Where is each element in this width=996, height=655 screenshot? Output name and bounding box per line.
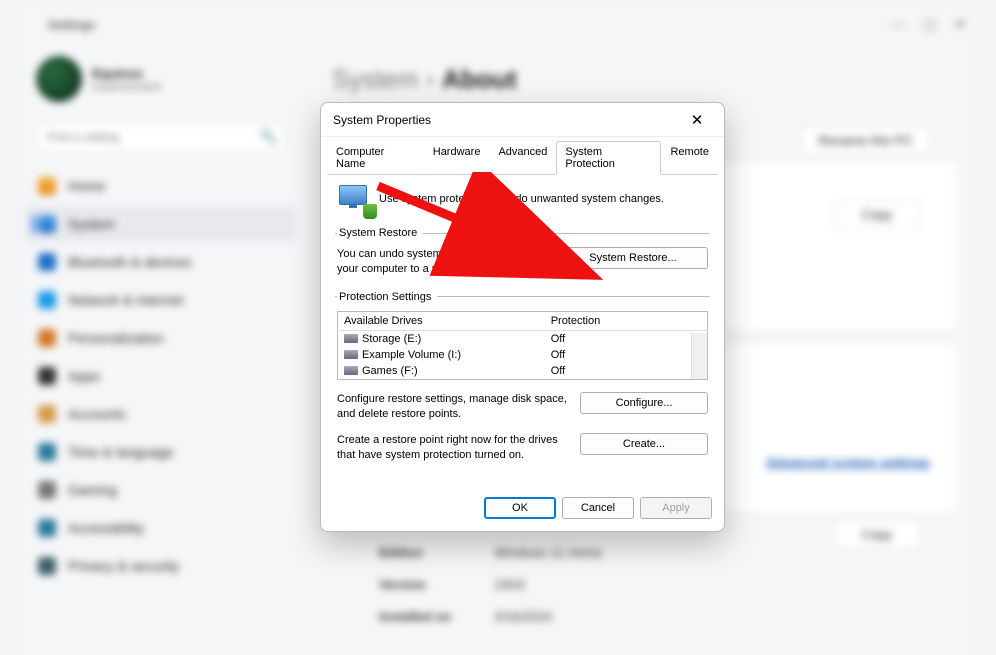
system-properties-dialog: System Properties ✕ Computer NameHardwar… <box>320 102 725 532</box>
sidebar-item-personalization[interactable]: Personalization <box>26 320 295 356</box>
sidebar-item-accessibility[interactable]: Accessibility <box>26 510 295 546</box>
sidebar-item-apps[interactable]: Apps <box>26 358 295 394</box>
protection-settings-legend: Protection Settings <box>337 291 437 303</box>
access-icon <box>38 519 56 537</box>
copy-button[interactable]: Copy <box>834 200 920 229</box>
table-row[interactable]: Games (F:)Off <box>338 363 708 380</box>
copy-button-2[interactable]: Copy <box>834 520 920 549</box>
intro-text: Use system protection to undo unwanted s… <box>379 193 664 205</box>
apps-icon <box>38 367 56 385</box>
search-wrap: 🔍 <box>36 122 285 152</box>
sidebar-item-home[interactable]: Home <box>26 168 295 204</box>
tab-remote[interactable]: Remote <box>661 141 718 175</box>
close-icon[interactable]: ✕ <box>954 16 966 33</box>
system-protection-icon <box>339 185 371 213</box>
breadcrumb-separator: › <box>426 64 435 94</box>
breadcrumb-root[interactable]: System <box>332 64 419 94</box>
system-restore-text: You can undo system changes by reverting… <box>337 247 548 277</box>
protection-settings-group: Protection Settings Available Drives Pro… <box>335 291 710 463</box>
time-icon <box>38 443 56 461</box>
sidebar-item-privacy-security[interactable]: Privacy & security <box>26 548 295 584</box>
create-button[interactable]: Create... <box>580 433 708 455</box>
configure-text: Configure restore settings, manage disk … <box>337 392 570 422</box>
rename-pc-button[interactable]: Rename this PC <box>801 126 930 155</box>
sidebar-item-gaming[interactable]: Gaming <box>26 472 295 508</box>
pers-icon <box>38 329 56 347</box>
sidebar-item-label: Bluetooth & devices <box>68 254 192 270</box>
breadcrumb: System › About <box>320 50 970 101</box>
sidebar-item-label: Home <box>68 178 105 194</box>
sidebar-item-network-internet[interactable]: Network & internet <box>26 282 295 318</box>
system-restore-group: System Restore You can undo system chang… <box>335 227 710 277</box>
drives-col-header[interactable]: Available Drives <box>338 311 545 330</box>
home-icon <box>38 177 56 195</box>
net-icon <box>38 291 56 309</box>
sidebar-item-label: Gaming <box>68 482 117 498</box>
apply-button[interactable]: Apply <box>640 497 712 519</box>
search-icon: 🔍 <box>260 128 277 145</box>
table-row[interactable]: Example Volume (I:)Off <box>338 347 708 363</box>
configure-button[interactable]: Configure... <box>580 392 708 414</box>
windows-specs-table: EditionWindows 11 HomeVersion23H2Install… <box>376 536 605 634</box>
profile-sub: Local Account <box>92 81 161 93</box>
window-title: Settings <box>48 18 95 32</box>
acc-icon <box>38 405 56 423</box>
search-input[interactable] <box>36 122 285 152</box>
drive-icon <box>344 366 358 375</box>
tab-hardware[interactable]: Hardware <box>424 141 490 175</box>
system-restore-legend: System Restore <box>337 227 423 239</box>
priv-icon <box>38 557 56 575</box>
game-icon <box>38 481 56 499</box>
sidebar-item-label: Personalization <box>68 330 164 346</box>
sidebar-item-label: Time & language <box>68 444 173 460</box>
drive-icon <box>344 350 358 359</box>
system-restore-button[interactable]: System Restore... <box>558 247 708 269</box>
advanced-system-settings-link[interactable]: Advanced system settings <box>766 455 930 470</box>
sidebar-item-bluetooth-devices[interactable]: Bluetooth & devices <box>26 244 295 280</box>
window-controls: — ▢ ✕ <box>891 16 966 33</box>
ok-button[interactable]: OK <box>484 497 556 519</box>
drives-table[interactable]: Available Drives Protection Storage (E:)… <box>337 311 708 380</box>
drives-table-wrap: Available Drives Protection Storage (E:)… <box>337 311 708 380</box>
dialog-close-button[interactable]: ✕ <box>680 106 714 134</box>
minimize-icon[interactable]: — <box>891 16 905 33</box>
bt-icon <box>38 253 56 271</box>
cancel-button[interactable]: Cancel <box>562 497 634 519</box>
maximize-icon[interactable]: ▢ <box>923 16 936 33</box>
table-row[interactable]: Storage (E:)Off <box>338 330 708 347</box>
create-text: Create a restore point right now for the… <box>337 433 570 463</box>
dialog-title: System Properties <box>333 113 431 127</box>
drives-scrollbar[interactable] <box>691 333 707 379</box>
sidebar-item-label: Network & internet <box>68 292 183 308</box>
drive-icon <box>344 334 358 343</box>
sidebar-item-label: Privacy & security <box>68 558 179 574</box>
avatar <box>36 56 82 102</box>
tab-system-protection[interactable]: System Protection <box>556 141 661 175</box>
sidebar-item-label: Accounts <box>68 406 126 422</box>
protection-col-header[interactable]: Protection <box>545 311 708 330</box>
tab-advanced[interactable]: Advanced <box>489 141 556 175</box>
profile-name: Equinox <box>92 66 161 81</box>
breadcrumb-current: About <box>442 64 517 94</box>
sidebar-item-label: Apps <box>68 368 100 384</box>
sidebar-item-accounts[interactable]: Accounts <box>26 396 295 432</box>
dialog-tabs: Computer NameHardwareAdvancedSystem Prot… <box>321 137 724 175</box>
sidebar-item-label: Accessibility <box>68 520 144 536</box>
sidebar-item-label: System <box>68 216 115 232</box>
tab-computer-name[interactable]: Computer Name <box>327 141 424 175</box>
profile-block[interactable]: Equinox Local Account <box>26 50 295 108</box>
sidebar-item-system[interactable]: System <box>26 206 295 242</box>
sidebar-item-time-language[interactable]: Time & language <box>26 434 295 470</box>
system-icon <box>38 215 56 233</box>
